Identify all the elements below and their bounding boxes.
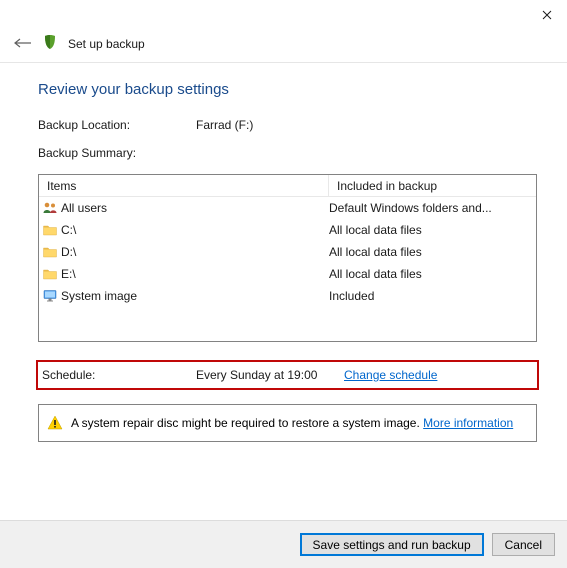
button-bar: Save settings and run backup Cancel — [0, 520, 567, 568]
warning-box: A system repair disc might be required t… — [38, 404, 537, 442]
backup-summary-label-row: Backup Summary: — [38, 146, 537, 160]
back-arrow-icon — [14, 38, 32, 48]
users-icon — [39, 200, 61, 216]
item-name: All users — [61, 201, 327, 215]
schedule-label: Schedule: — [42, 368, 196, 382]
column-items-header[interactable]: Items — [39, 175, 329, 196]
table-row[interactable]: C:\All local data files — [39, 219, 536, 241]
titlebar — [0, 0, 567, 30]
included-text: All local data files — [327, 245, 536, 259]
more-information-link[interactable]: More information — [423, 416, 513, 430]
backup-location-value: Farrad (F:) — [196, 118, 253, 132]
listview-body: All usersDefault Windows folders and...C… — [39, 197, 536, 307]
listview-header: Items Included in backup — [39, 175, 536, 197]
table-row[interactable]: E:\All local data files — [39, 263, 536, 285]
table-row[interactable]: System imageIncluded — [39, 285, 536, 307]
schedule-value: Every Sunday at 19:00 — [196, 368, 344, 382]
item-name: C:\ — [61, 223, 327, 237]
included-text: Default Windows folders and... — [327, 201, 536, 215]
schedule-row: Schedule: Every Sunday at 19:00 Change s… — [38, 362, 537, 388]
backup-location-label: Backup Location: — [38, 118, 196, 132]
column-included-header[interactable]: Included in backup — [329, 175, 536, 196]
back-button[interactable] — [14, 35, 32, 53]
warning-text: A system repair disc might be required t… — [71, 416, 513, 430]
cancel-button[interactable]: Cancel — [492, 533, 555, 556]
warning-text-content: A system repair disc might be required t… — [71, 416, 423, 430]
table-row[interactable]: All usersDefault Windows folders and... — [39, 197, 536, 219]
page-title: Review your backup settings — [38, 81, 537, 98]
included-text: All local data files — [327, 223, 536, 237]
backup-wizard-window: Set up backup Review your backup setting… — [0, 0, 567, 568]
change-schedule-link[interactable]: Change schedule — [344, 368, 437, 382]
backup-shield-icon — [42, 34, 58, 55]
close-button[interactable] — [527, 1, 567, 29]
table-row[interactable]: D:\All local data files — [39, 241, 536, 263]
warning-icon — [47, 415, 63, 431]
included-text: Included — [327, 289, 536, 303]
item-name: E:\ — [61, 267, 327, 281]
folder-icon — [39, 266, 61, 282]
included-text: All local data files — [327, 267, 536, 281]
summary-listview: Items Included in backup All usersDefaul… — [38, 174, 537, 342]
item-name: System image — [61, 289, 327, 303]
monitor-icon — [39, 288, 61, 304]
folder-icon — [39, 222, 61, 238]
content-area: Review your backup settings Backup Locat… — [0, 63, 567, 520]
save-and-run-button[interactable]: Save settings and run backup — [300, 533, 484, 556]
window-title: Set up backup — [68, 37, 145, 51]
folder-icon — [39, 244, 61, 260]
item-name: D:\ — [61, 245, 327, 259]
backup-summary-label: Backup Summary: — [38, 146, 136, 160]
close-icon — [542, 10, 552, 20]
backup-location-row: Backup Location: Farrad (F:) — [38, 118, 537, 132]
header-row: Set up backup — [0, 30, 567, 58]
